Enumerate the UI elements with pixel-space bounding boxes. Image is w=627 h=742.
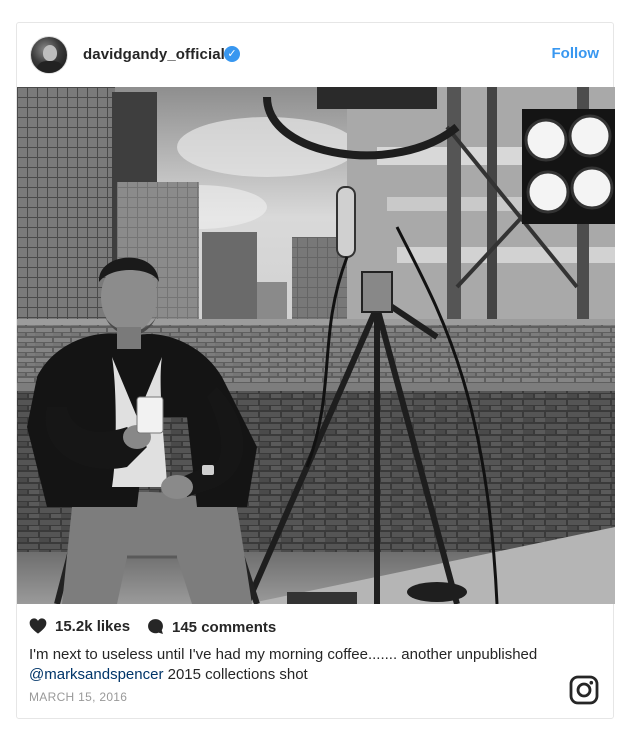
caption-tail: 2015 collections shot <box>163 666 308 683</box>
heart-icon[interactable] <box>29 618 47 638</box>
instagram-logo-icon[interactable] <box>569 675 599 705</box>
mention-link[interactable]: @marksandspencer <box>29 666 163 683</box>
caption-text: I'm next to useless until I've had my mo… <box>29 646 538 663</box>
post-header: davidgandy_official ✓ Follow <box>17 23 613 87</box>
username-link[interactable]: davidgandy_official <box>83 46 225 63</box>
comment-bubble-icon[interactable] <box>147 618 164 639</box>
likes-label: 15.2k likes <box>55 618 131 635</box>
instagram-embed-card: davidgandy_official ✓ Follow 15.2k likes… <box>16 22 615 719</box>
post-photo[interactable] <box>17 87 615 604</box>
verified-badge-icon: ✓ <box>224 46 240 62</box>
follow-button[interactable]: Follow <box>552 45 600 62</box>
avatar[interactable] <box>30 36 68 74</box>
comments-label: 145 comments <box>172 619 277 636</box>
comments-count[interactable]: 145 comments <box>147 618 276 639</box>
post-caption: I'm next to useless until I've had my mo… <box>29 645 549 685</box>
likes-count[interactable]: 15.2k likes <box>29 618 130 638</box>
post-date[interactable]: MARCH 15, 2016 <box>29 690 127 704</box>
post-photo-image <box>17 87 615 604</box>
